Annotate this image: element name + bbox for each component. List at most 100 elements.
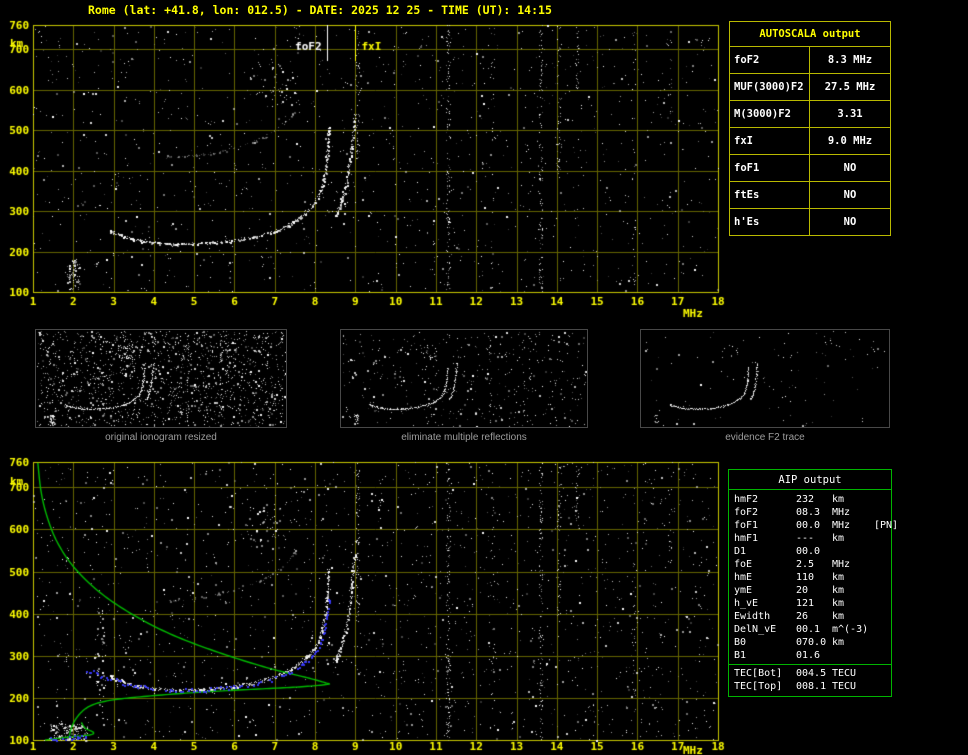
param-label: MUF(3000)F2: [729, 73, 810, 101]
param-label: hmE: [734, 572, 753, 583]
list-item: hmF1 --- km: [734, 532, 891, 545]
param-unit: km: [832, 611, 845, 622]
list-item: foF2 08.3 MHz: [734, 506, 891, 519]
top-ionogram-canvas: [0, 16, 728, 328]
thumbnail-eliminate-reflections: [340, 329, 588, 428]
param-label: TEC[Bot]: [734, 668, 783, 679]
param-value: 27.5 MHz: [809, 73, 891, 101]
table-row: MUF(3000)F2 27.5 MHz: [729, 73, 891, 101]
param-value: ---: [796, 533, 815, 544]
tec-section: TEC[Bot] 004.5 TECU TEC[Top] 008.1 TECU: [729, 664, 891, 696]
param-value: 121: [796, 598, 815, 609]
param-value: NO: [809, 181, 891, 209]
param-label: B1: [734, 650, 747, 661]
param-value: 26: [796, 611, 809, 622]
param-value: 08.3: [796, 507, 821, 518]
param-unit: TECU: [832, 681, 857, 692]
list-item: Ewidth 26 km: [734, 610, 891, 623]
param-note: [874, 558, 891, 571]
param-label: foF1: [729, 154, 810, 182]
station-title: Rome (lat: +41.8, lon: 012.5) - DATE: 20…: [88, 3, 552, 17]
param-unit: MHz: [832, 559, 851, 570]
param-label: foF2: [734, 507, 759, 518]
list-item: foF1 00.0 MHz [PN]: [734, 519, 898, 532]
table-row: ftEs NO: [729, 181, 891, 209]
thumbnail-eliminate-canvas: [341, 330, 587, 427]
aip-output-panel: AIP output hmF2 232 km foF2 08.3 MHz foF1 00.…: [728, 469, 898, 697]
list-item: hmF2 232 km: [734, 493, 891, 506]
param-note: [874, 667, 891, 680]
autoscala-window: Rome (lat: +41.8, lon: 012.5) - DATE: 20…: [0, 0, 968, 755]
param-note: [PN]: [874, 520, 899, 531]
list-item: DelN_vE 00.1 m^(-3): [734, 623, 891, 636]
thumbnail-caption: original ionogram resized: [105, 432, 217, 443]
param-value: 00.0: [796, 546, 821, 557]
table-row: foF1 NO: [729, 154, 891, 182]
list-item: ymE 20 km: [734, 584, 891, 597]
param-unit: m^(-3): [832, 624, 869, 635]
list-item: h_vE 121 km: [734, 597, 891, 610]
table-row: h'Es NO: [729, 208, 891, 236]
param-label: h'Es: [729, 208, 810, 236]
thumbnail-evidence-canvas: [641, 330, 889, 427]
param-label: TEC[Top]: [734, 681, 783, 692]
param-note: [874, 493, 891, 506]
param-label: foE: [734, 559, 753, 570]
param-unit: km: [832, 637, 845, 648]
list-item: B0 070.0 km: [734, 636, 891, 649]
param-value: 070.0: [796, 637, 827, 648]
param-unit: TECU: [832, 668, 857, 679]
param-label: foF1: [734, 520, 759, 531]
param-note: [874, 610, 891, 623]
param-note: [874, 680, 891, 693]
param-label: foF2: [729, 46, 810, 74]
param-value: NO: [809, 208, 891, 236]
autoscala-table-title: AUTOSCALA output: [729, 21, 891, 47]
bottom-ionogram-canvas: [0, 452, 728, 755]
param-unit: [832, 649, 874, 662]
param-note: [874, 597, 891, 610]
param-value: 9.0 MHz: [809, 127, 891, 155]
param-unit: km: [832, 572, 845, 583]
param-label: fxI: [729, 127, 810, 155]
param-value: 2.5: [796, 559, 815, 570]
param-note: [874, 584, 891, 597]
table-row: fxI 9.0 MHz: [729, 127, 891, 155]
param-unit: [832, 545, 874, 558]
param-unit: MHz: [832, 520, 851, 531]
param-label: hmF2: [734, 494, 759, 505]
param-value: 00.0: [796, 520, 821, 531]
autoscala-output-table: AUTOSCALA output foF2 8.3 MHz MUF(3000)F…: [729, 21, 891, 236]
list-item: B1 01.6: [734, 649, 891, 662]
param-note: [874, 623, 891, 636]
param-value: 8.3 MHz: [809, 46, 891, 74]
param-unit: km: [832, 533, 845, 544]
param-note: [874, 649, 891, 662]
param-label: ymE: [734, 585, 753, 596]
param-value: 3.31: [809, 100, 891, 128]
aip-panel-title: AIP output: [729, 470, 891, 490]
param-label: Ewidth: [734, 611, 771, 622]
param-value: 110: [796, 572, 815, 583]
param-unit: km: [832, 494, 845, 505]
param-label: ftEs: [729, 181, 810, 209]
param-label: M(3000)F2: [729, 100, 810, 128]
param-label: hmF1: [734, 533, 759, 544]
list-item: foE 2.5 MHz: [734, 558, 891, 571]
aip-rows: hmF2 232 km foF2 08.3 MHz foF1 00.0 MHz [PN] hm…: [729, 490, 898, 664]
list-item: hmE 110 km: [734, 571, 891, 584]
param-label: D1: [734, 546, 747, 557]
param-label: h_vE: [734, 598, 759, 609]
thumbnail-evidence-f2: [640, 329, 890, 428]
thumbnail-original-ionogram: [35, 329, 287, 428]
thumbnail-original-canvas: [36, 330, 286, 427]
param-note: [874, 636, 891, 649]
param-unit: MHz: [832, 507, 851, 518]
param-label: B0: [734, 637, 747, 648]
param-value: 004.5: [796, 668, 827, 679]
table-row: M(3000)F2 3.31: [729, 100, 891, 128]
param-value: 01.6: [796, 650, 821, 661]
param-unit: km: [832, 598, 845, 609]
param-label: DelN_vE: [734, 624, 777, 635]
list-item: TEC[Bot] 004.5 TECU: [734, 667, 891, 680]
